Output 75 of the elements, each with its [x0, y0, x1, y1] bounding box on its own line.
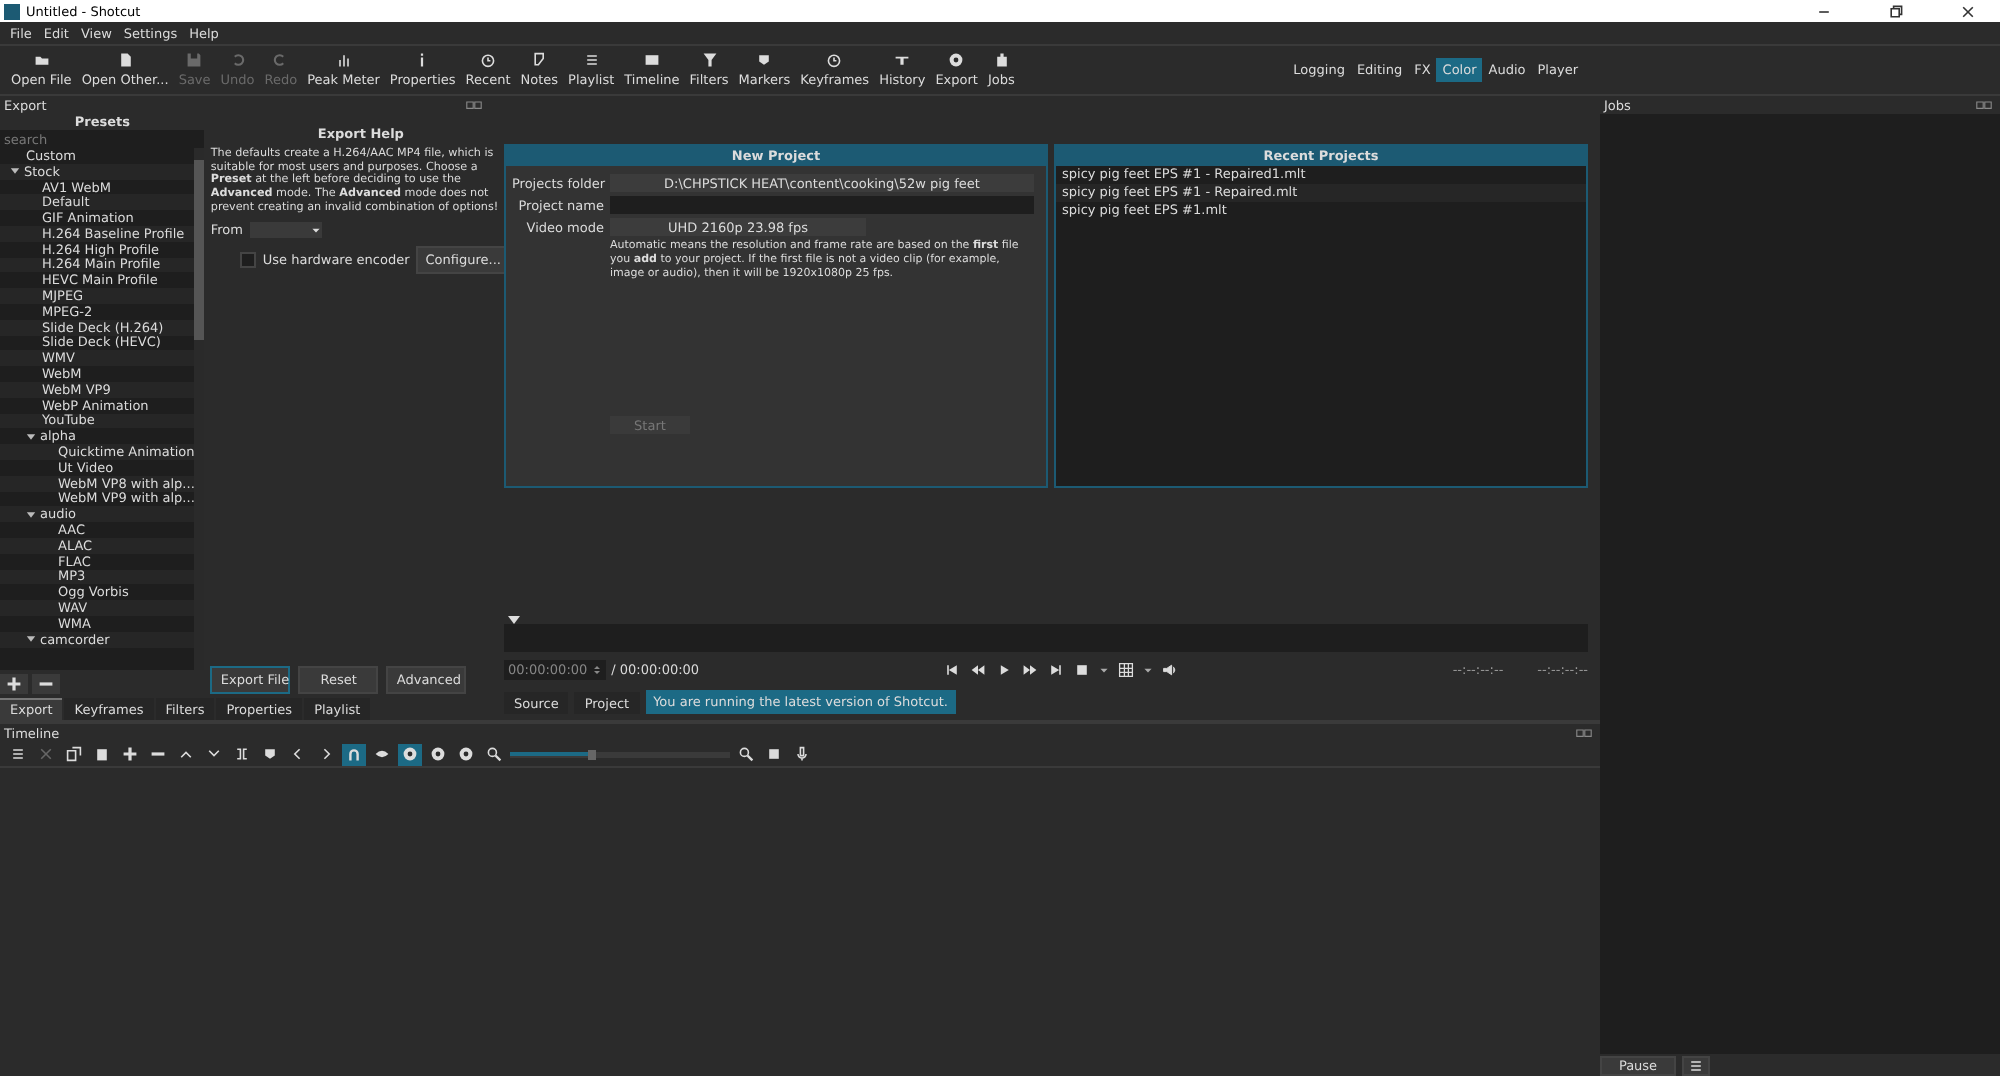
note-icon — [531, 52, 548, 68]
close-icon — [1959, 3, 1975, 19]
expand-caret-icon — [24, 632, 38, 647]
remove-preset-button[interactable] — [32, 674, 60, 694]
undo-icon — [229, 52, 246, 68]
skip-end-icon — [1048, 662, 1065, 678]
checkbox[interactable] — [240, 251, 257, 268]
menu-button[interactable] — [1682, 1055, 1710, 1075]
volume-button[interactable] — [1160, 662, 1181, 678]
split-icon — [234, 746, 250, 762]
document-icon — [117, 52, 134, 68]
funnel-icon — [701, 52, 718, 68]
rewind-button[interactable] — [968, 662, 989, 678]
copy-button[interactable] — [62, 743, 86, 765]
folder-icon — [33, 52, 50, 68]
fit-icon — [766, 746, 782, 762]
floppy-icon — [186, 52, 203, 68]
disc-icon — [948, 52, 965, 68]
target-button[interactable] — [426, 743, 450, 765]
plus-button[interactable] — [118, 743, 142, 765]
caret-icon — [1142, 664, 1155, 676]
zoom-slider[interactable] — [510, 751, 730, 757]
target-button[interactable] — [398, 743, 422, 765]
up-chevron-icon — [178, 746, 194, 762]
fast-forward-icon — [1022, 662, 1039, 678]
grid-button[interactable] — [1116, 662, 1137, 678]
skip-start-button[interactable] — [942, 662, 963, 678]
expand-caret-icon — [24, 429, 38, 444]
menu-icon — [1688, 1057, 1704, 1073]
minus-icon — [150, 746, 166, 762]
target-button[interactable] — [454, 743, 478, 765]
play-icon — [996, 662, 1013, 678]
meter-icon — [335, 52, 352, 68]
microphone-icon — [794, 746, 810, 762]
dock-buttons-icon — [462, 97, 486, 113]
plus-icon — [122, 746, 138, 762]
rewind-icon — [970, 662, 987, 678]
down-chevron-icon — [206, 746, 222, 762]
zoom-in-icon — [738, 746, 754, 762]
zoom-out-button[interactable] — [482, 743, 506, 765]
skip-start-icon — [944, 662, 961, 678]
expand-caret-icon — [24, 507, 38, 522]
eye-icon — [374, 746, 390, 762]
minus-icon — [38, 676, 54, 692]
plus-icon — [6, 676, 22, 692]
spin-icon — [591, 662, 602, 678]
right-chevron-icon — [318, 746, 334, 762]
copy-icon — [66, 746, 82, 762]
zoom-button[interactable] — [1072, 662, 1093, 678]
app-icon — [4, 3, 20, 19]
magnet-icon — [346, 746, 362, 762]
scissors-icon — [38, 746, 54, 762]
caret-icon — [309, 223, 321, 236]
restore-icon — [1887, 3, 1903, 19]
volume-icon — [1162, 662, 1179, 678]
add-preset-button[interactable] — [0, 674, 28, 694]
fast-forward-button[interactable] — [1020, 662, 1041, 678]
dock-buttons-icon — [1572, 725, 1596, 741]
list-icon — [583, 52, 600, 68]
caret-icon — [1098, 664, 1111, 676]
expand-caret-icon — [8, 164, 22, 179]
fit-icon — [1074, 662, 1091, 678]
zoom-in-button[interactable] — [734, 743, 758, 765]
skip-end-button[interactable] — [1046, 662, 1067, 678]
magnet-button[interactable] — [342, 743, 366, 765]
zoom-out-icon — [486, 746, 502, 762]
menu-icon — [10, 746, 26, 762]
grid-icon — [1118, 662, 1135, 678]
stopwatch-icon — [826, 52, 843, 68]
clock-icon — [480, 52, 497, 68]
redo-icon — [272, 52, 289, 68]
dock-buttons-icon — [1972, 97, 1996, 113]
marker-icon — [262, 746, 278, 762]
left-chevron-icon — [290, 746, 306, 762]
marker-icon — [756, 52, 773, 68]
